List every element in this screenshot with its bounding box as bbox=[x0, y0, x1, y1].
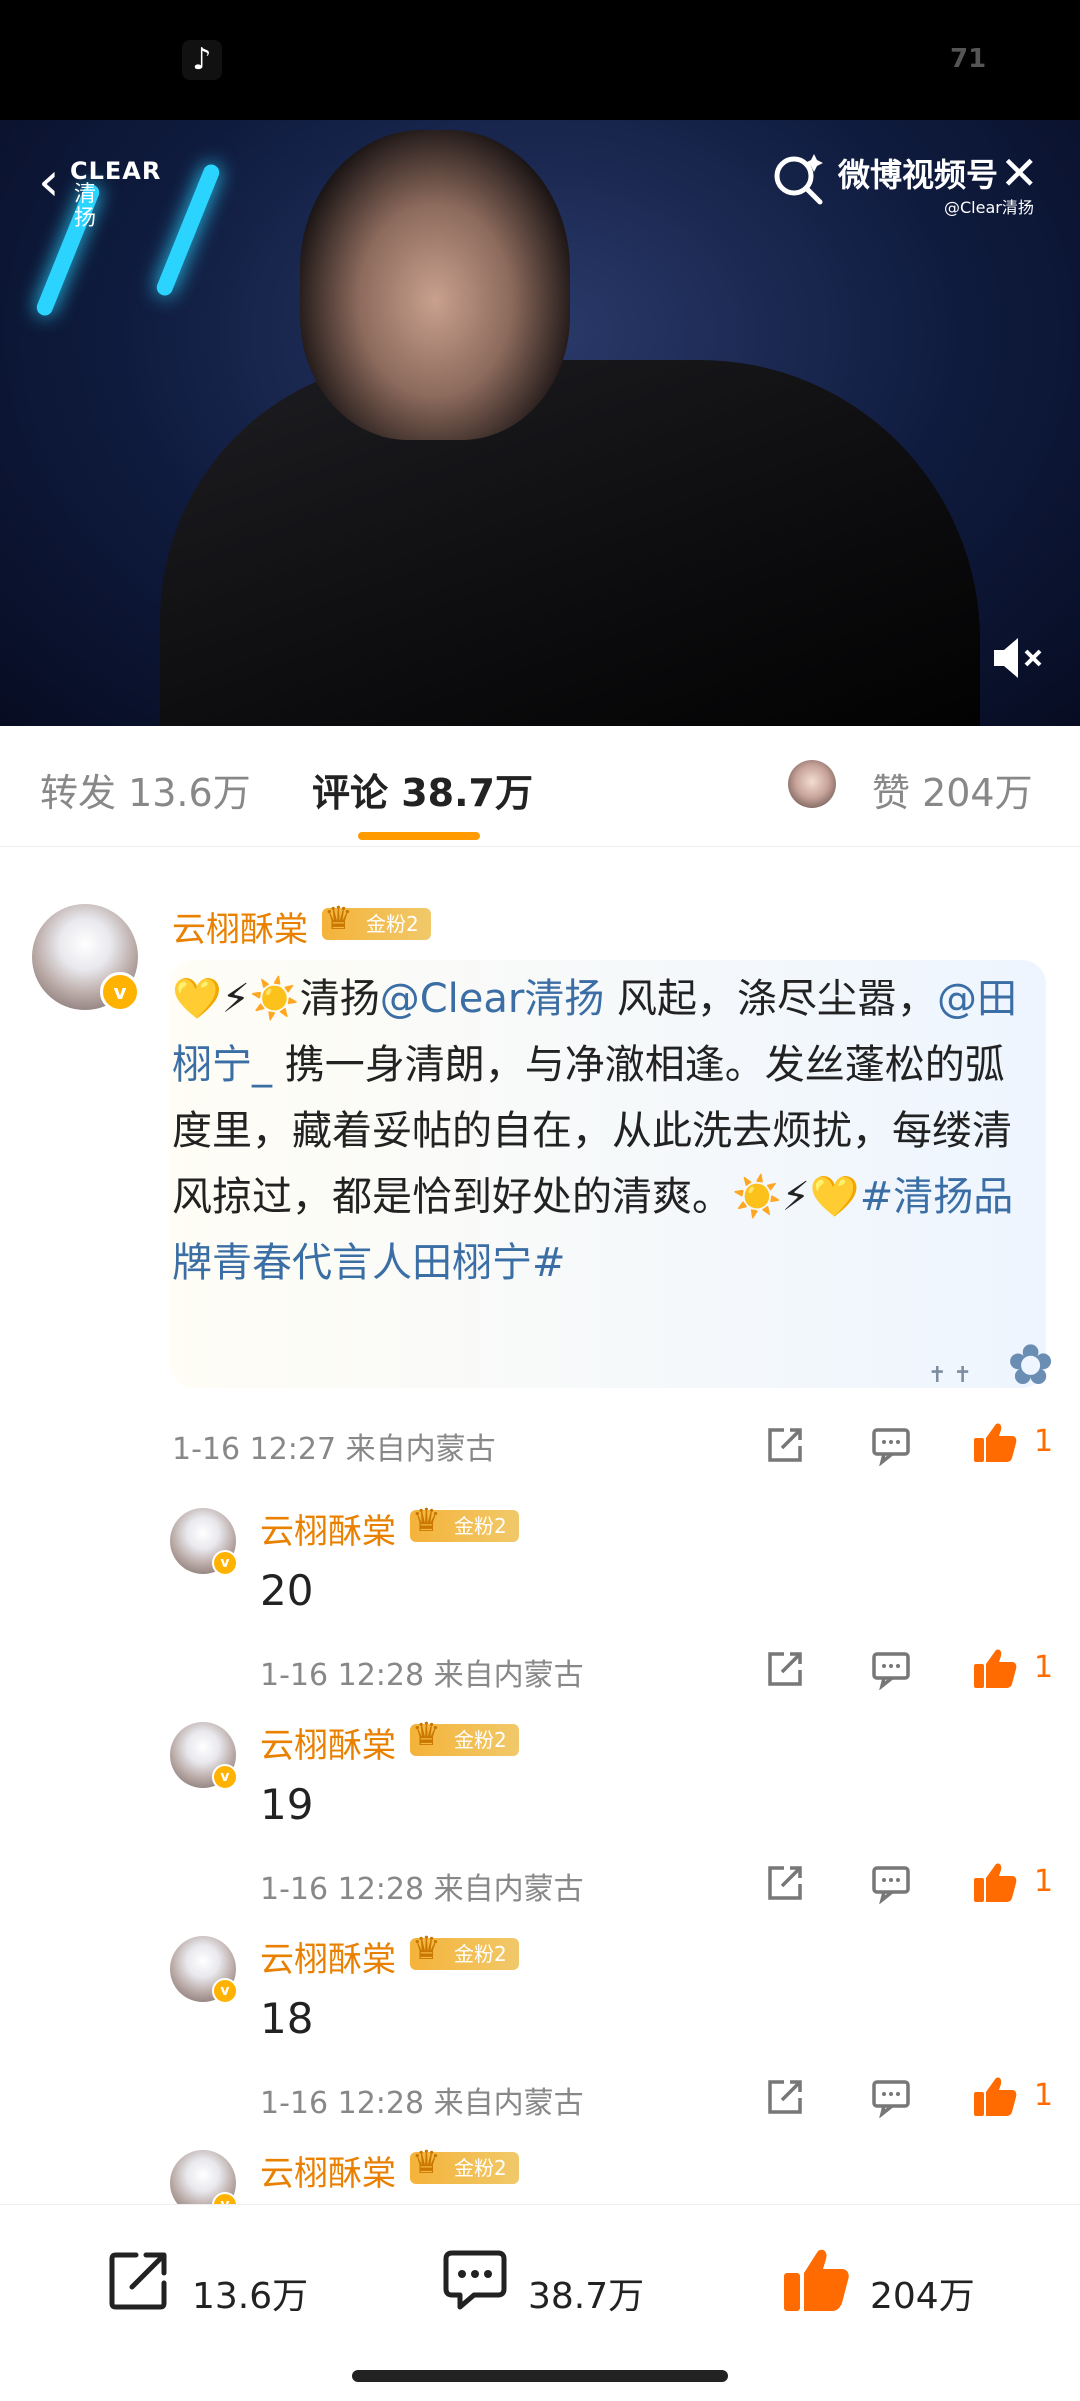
mute-icon[interactable] bbox=[992, 636, 1046, 680]
like-count: 204万 bbox=[870, 2276, 975, 2317]
verified-badge-icon: v bbox=[212, 1764, 238, 1790]
crown-icon: ♛ bbox=[412, 1929, 441, 1967]
bubble-decoration-dots: ✝ ✝ bbox=[928, 1363, 972, 1388]
tab-likes[interactable]: 赞 204万 bbox=[872, 762, 1033, 817]
reply-username[interactable]: 云栩酥棠 bbox=[260, 1932, 396, 1981]
fan-badge: ♛ 金粉2 bbox=[410, 1932, 519, 1970]
reply-icon[interactable] bbox=[870, 1424, 912, 1466]
thumbs-up-icon bbox=[784, 2249, 849, 2311]
reply-meta: 1-16 12:28 来自内蒙古 bbox=[260, 1658, 584, 1693]
fan-badge-label: 金粉2 bbox=[454, 2156, 507, 2180]
video-subject-head bbox=[300, 130, 570, 440]
share-icon[interactable] bbox=[764, 1648, 806, 1690]
brand-logo-line2: 清扬 bbox=[74, 182, 97, 231]
fan-badge-label: 金粉2 bbox=[454, 1942, 507, 1966]
back-arrow-icon[interactable]: ‹ bbox=[38, 155, 60, 209]
comment-text: 💛⚡☀️清扬@Clear清扬 风起，涤尽尘嚣，@田栩宁_ 携一身清朗，与净澈相逢… bbox=[172, 966, 1042, 1296]
liker-avatar bbox=[788, 760, 836, 808]
reply-icon[interactable] bbox=[870, 1648, 912, 1690]
thumbs-up-icon[interactable] bbox=[972, 1646, 1018, 1690]
status-bar: ♪ 71 bbox=[0, 0, 1080, 120]
verified-badge-icon: v bbox=[212, 1978, 238, 2004]
search-icon[interactable] bbox=[770, 150, 826, 206]
fan-badge: ♛ 金粉2 bbox=[410, 1504, 519, 1542]
avatar[interactable]: v bbox=[170, 1722, 238, 1790]
share-icon[interactable] bbox=[764, 1862, 806, 1904]
reply-username[interactable]: 云栩酥棠 bbox=[260, 1504, 396, 1553]
repost-count: 13.6万 bbox=[192, 2276, 309, 2317]
tiktok-icon: ♪ bbox=[182, 40, 222, 80]
thumbs-up-icon[interactable] bbox=[972, 1420, 1018, 1464]
repost-button[interactable]: 13.6万 bbox=[104, 2245, 324, 2325]
weibo-watermark: 微博视频号 bbox=[838, 156, 999, 194]
close-icon[interactable]: ✕ bbox=[1000, 150, 1039, 196]
reply-icon[interactable] bbox=[870, 1862, 912, 1904]
avatar[interactable]: v bbox=[32, 904, 140, 1012]
reply-text: 20 bbox=[260, 1566, 314, 1615]
fan-badge: ♛ 金粉2 bbox=[410, 2146, 519, 2184]
fan-badge-label: 金粉2 bbox=[454, 1728, 507, 1752]
crown-icon: ♛ bbox=[412, 2143, 441, 2181]
reply-icon[interactable] bbox=[870, 2076, 912, 2118]
tab-active-indicator bbox=[358, 832, 480, 840]
reply-text: 19 bbox=[260, 1780, 314, 1829]
home-indicator bbox=[352, 2370, 728, 2382]
comment-icon bbox=[443, 2250, 507, 2310]
avatar[interactable]: v bbox=[170, 1936, 238, 2004]
flower-decoration-icon: ✿ bbox=[1007, 1333, 1054, 1398]
comment-button[interactable]: 38.7万 bbox=[440, 2245, 660, 2325]
share-icon[interactable] bbox=[764, 2076, 806, 2118]
share-icon[interactable] bbox=[764, 1424, 806, 1466]
comment-meta: 1-16 12:27 来自内蒙古 bbox=[172, 1432, 496, 1467]
comment-count: 38.7万 bbox=[528, 2276, 645, 2317]
tab-comments[interactable]: 评论 38.7万 bbox=[312, 762, 533, 817]
like-button[interactable]: 204万 bbox=[782, 2245, 1002, 2325]
video-player[interactable] bbox=[0, 120, 1080, 726]
tab-bar: 转发 13.6万 评论 38.7万 赞 204万 bbox=[0, 726, 1080, 847]
like-count: 1 bbox=[1034, 1864, 1054, 1899]
thumbs-up-icon[interactable] bbox=[972, 2074, 1018, 2118]
reply-username[interactable]: 云栩酥棠 bbox=[260, 2146, 396, 2195]
avatar[interactable]: v bbox=[170, 1508, 238, 1576]
like-count: 1 bbox=[1034, 2078, 1054, 2113]
fan-badge: ♛ 金粉2 bbox=[410, 1718, 519, 1756]
reply-meta: 1-16 12:28 来自内蒙古 bbox=[260, 1872, 584, 1907]
mention-link[interactable]: @Clear清扬 bbox=[380, 976, 605, 1022]
verified-badge-icon: v bbox=[212, 1550, 238, 1576]
tab-repost[interactable]: 转发 13.6万 bbox=[40, 762, 251, 817]
comment-text-part: 💛⚡☀️清扬 bbox=[172, 976, 380, 1022]
reply-meta: 1-16 12:28 来自内蒙古 bbox=[260, 2086, 584, 2121]
verified-badge-icon: v bbox=[100, 972, 140, 1012]
reply-username[interactable]: 云栩酥棠 bbox=[260, 1718, 396, 1767]
fan-badge-label: 金粉2 bbox=[366, 912, 419, 936]
comment-text-part: 风起，涤尽尘嚣， bbox=[604, 976, 938, 1022]
like-count: 1 bbox=[1034, 1650, 1054, 1685]
fan-badge-label: 金粉2 bbox=[454, 1514, 507, 1538]
like-count: 1 bbox=[1034, 1424, 1054, 1459]
thumbs-up-icon[interactable] bbox=[972, 1860, 1018, 1904]
reply-text: 18 bbox=[260, 1994, 314, 2043]
fan-badge: ♛ 金粉2 bbox=[322, 902, 431, 940]
brand-logo-line1: CLEAR bbox=[70, 157, 162, 185]
stage-light bbox=[154, 162, 222, 298]
share-icon bbox=[109, 2252, 167, 2310]
crown-icon: ♛ bbox=[412, 1715, 441, 1753]
crown-icon: ♛ bbox=[412, 1501, 441, 1539]
video-subject-body bbox=[160, 360, 980, 726]
crown-icon: ♛ bbox=[324, 899, 353, 937]
battery-level: 71 bbox=[950, 44, 987, 74]
comment-username[interactable]: 云栩酥棠 bbox=[172, 902, 308, 951]
